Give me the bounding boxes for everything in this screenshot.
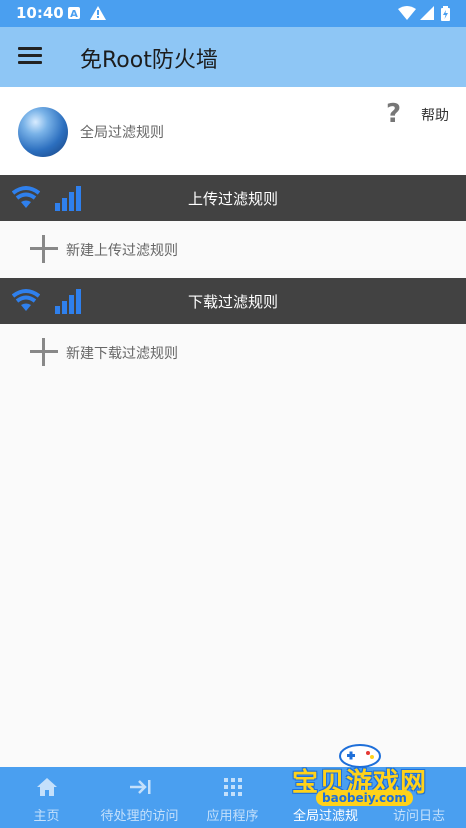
add-download-rule-button[interactable]: 新建下载过滤规则 bbox=[0, 324, 466, 380]
add-upload-rule-label: 新建上传过滤规则 bbox=[66, 243, 178, 259]
nav-home-label: 主页 bbox=[33, 809, 60, 824]
plus-icon bbox=[30, 338, 58, 366]
plus-icon bbox=[30, 235, 58, 263]
warning-icon bbox=[90, 6, 106, 20]
download-rules-header: 下载过滤规则 bbox=[0, 278, 466, 324]
nav-apps[interactable]: 应用程序 bbox=[186, 767, 279, 828]
nav-apps-label: 应用程序 bbox=[206, 809, 259, 824]
nav-home[interactable]: 主页 bbox=[0, 767, 93, 828]
watermark-logo: 宝贝游戏网 baobeiy.com bbox=[290, 738, 440, 818]
upload-rules-title: 上传过滤规则 bbox=[187, 190, 278, 208]
wifi-status-icon bbox=[398, 6, 416, 20]
download-rules-title: 下载过滤规则 bbox=[187, 293, 278, 311]
nav-pending[interactable]: 待处理的访问 bbox=[93, 767, 186, 828]
battery-icon bbox=[441, 6, 450, 21]
nav-pending-label: 待处理的访问 bbox=[100, 809, 179, 824]
global-rules-header: 全局过滤规则 ? 帮助 bbox=[0, 87, 466, 175]
app-bar: 免Root防火墙 bbox=[0, 27, 466, 87]
arrow-to-line-icon bbox=[93, 777, 186, 801]
upload-rules-header: 上传过滤规则 bbox=[0, 175, 466, 221]
help-link[interactable]: 帮助 bbox=[421, 105, 449, 125]
global-rules-label: 全局过滤规则 bbox=[80, 125, 164, 141]
home-icon bbox=[0, 777, 93, 801]
status-time: 10:40 bbox=[16, 4, 64, 22]
status-bar: 10:40 A bbox=[0, 0, 466, 27]
add-download-rule-label: 新建下载过滤规则 bbox=[66, 346, 178, 362]
app-title: 免Root防火墙 bbox=[80, 48, 218, 73]
notification-a-icon: A bbox=[68, 7, 80, 20]
hamburger-menu-icon[interactable] bbox=[18, 47, 42, 67]
svg-text:A: A bbox=[70, 9, 78, 20]
add-upload-rule-button[interactable]: 新建上传过滤规则 bbox=[0, 221, 466, 277]
globe-icon bbox=[18, 107, 68, 157]
help-icon[interactable]: ? bbox=[386, 99, 401, 129]
signal-status-icon bbox=[420, 6, 434, 20]
watermark-url: baobeiy.com bbox=[316, 790, 413, 806]
grid-icon bbox=[186, 777, 279, 801]
